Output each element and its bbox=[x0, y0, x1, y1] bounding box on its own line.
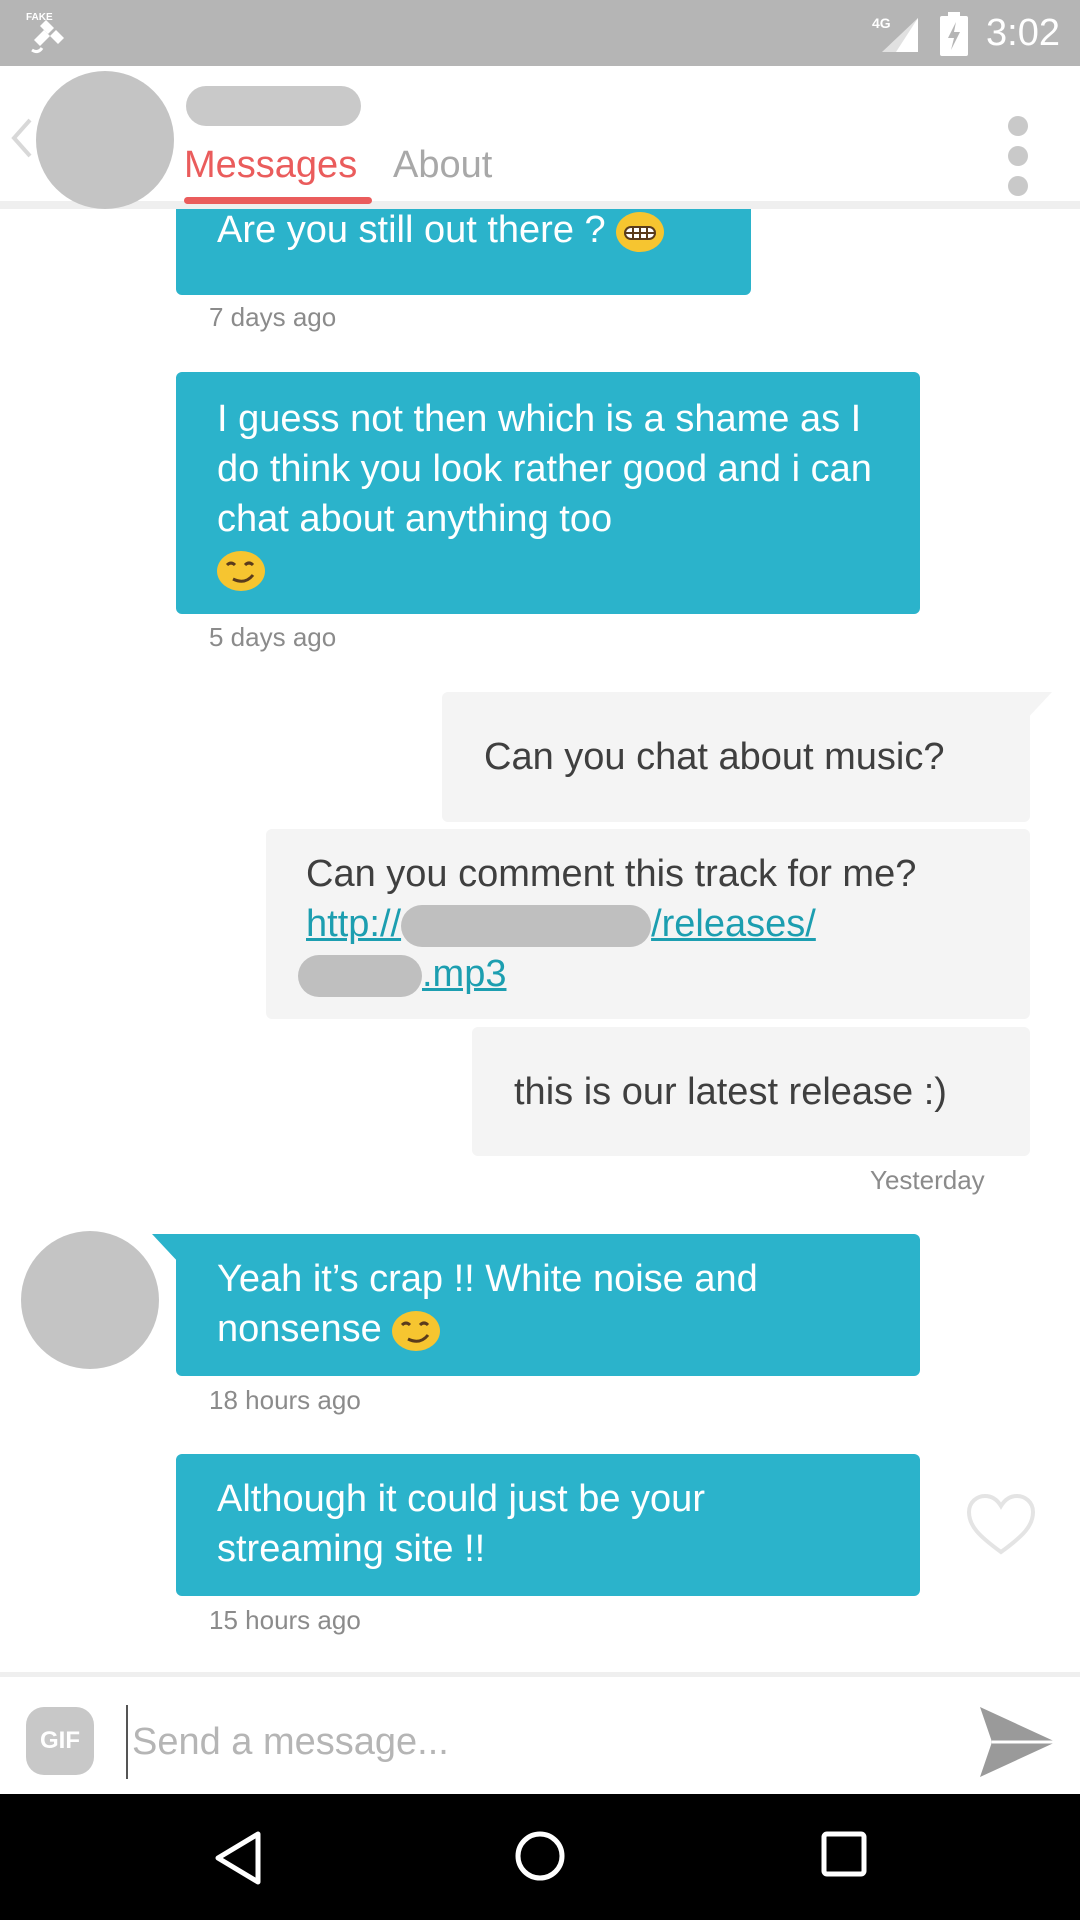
message-timestamp: 18 hours ago bbox=[209, 1385, 361, 1415]
message-bubble-incoming[interactable]: Yeah it’s crap !! White noise and nonsen… bbox=[176, 1234, 920, 1376]
nav-recents-icon[interactable] bbox=[820, 1830, 868, 1878]
grinning-face-icon bbox=[616, 211, 665, 252]
message-bubble-outgoing[interactable]: Can you chat about music? bbox=[442, 692, 1030, 822]
svg-text:FAKE: FAKE bbox=[26, 12, 53, 23]
smirking-face-icon bbox=[217, 550, 265, 591]
chat-header: Messages About bbox=[0, 66, 1080, 209]
message-text: Yeah it’s crap !! White noise and nonsen… bbox=[217, 1258, 758, 1350]
message-composer: GIF bbox=[0, 1672, 1080, 1799]
link-text: http:// bbox=[306, 903, 402, 945]
active-tab-indicator bbox=[184, 197, 372, 204]
message-text: this is our latest release :) bbox=[514, 1071, 947, 1113]
back-arrow-icon[interactable] bbox=[10, 116, 34, 160]
smirking-face-icon bbox=[392, 1310, 441, 1351]
tab-about[interactable]: About bbox=[393, 144, 492, 187]
clock: 3:02 bbox=[986, 12, 1060, 54]
nav-home-icon[interactable] bbox=[512, 1828, 568, 1884]
message-text: Although it could just be your streaming… bbox=[217, 1478, 705, 1570]
more-options-icon[interactable] bbox=[1006, 104, 1030, 208]
message-timestamp: 5 days ago bbox=[209, 622, 337, 652]
status-bar: FAKE 4G 3:02 bbox=[0, 0, 1080, 66]
cell-signal-icon: 4G bbox=[872, 15, 918, 52]
match-name-redacted bbox=[186, 86, 361, 126]
fake-gps-icon: FAKE bbox=[26, 12, 64, 54]
message-bubble-outgoing[interactable]: this is our latest release :) bbox=[472, 1027, 1030, 1156]
system-navigation-bar bbox=[0, 1794, 1080, 1920]
message-text: Can you chat about music? bbox=[484, 736, 945, 778]
redacted-domain bbox=[401, 904, 652, 947]
message-bubble-incoming[interactable]: I guess not then which is a shame as I d… bbox=[176, 372, 920, 614]
message-timestamp: Yesterday bbox=[870, 1165, 985, 1195]
nav-back-icon[interactable] bbox=[210, 1830, 266, 1886]
battery-charging-icon bbox=[940, 12, 968, 56]
message-bubble-incoming[interactable]: Although it could just be your streaming… bbox=[176, 1454, 920, 1596]
link-text: /releases/ bbox=[651, 903, 816, 945]
message-bubble-outgoing[interactable]: Can you comment this track for me? http:… bbox=[266, 829, 1030, 1019]
message-timestamp: 15 hours ago bbox=[209, 1605, 361, 1635]
message-text: Can you comment this track for me? bbox=[306, 853, 917, 895]
message-bubble-incoming[interactable]: Are you still out there ? bbox=[176, 209, 751, 295]
network-type-label: 4G bbox=[872, 15, 891, 31]
like-heart-icon[interactable] bbox=[965, 1492, 1037, 1556]
message-text: Are you still out there ? bbox=[217, 209, 606, 251]
message-text: I guess not then which is a shame as I d… bbox=[217, 398, 872, 540]
send-icon[interactable] bbox=[978, 1705, 1058, 1779]
match-avatar-small[interactable] bbox=[21, 1231, 159, 1369]
message-timestamp: 7 days ago bbox=[209, 302, 337, 332]
tab-messages[interactable]: Messages bbox=[184, 144, 357, 187]
outgoing-bubble-tail bbox=[1024, 692, 1052, 722]
link-text: .mp3 bbox=[422, 953, 507, 995]
match-avatar[interactable] bbox=[36, 71, 174, 209]
gif-button[interactable]: GIF bbox=[26, 1707, 94, 1775]
track-link[interactable]: http:// /releases/ .mp3 bbox=[298, 903, 816, 997]
redacted-filename bbox=[298, 954, 422, 997]
message-input[interactable] bbox=[126, 1705, 954, 1779]
